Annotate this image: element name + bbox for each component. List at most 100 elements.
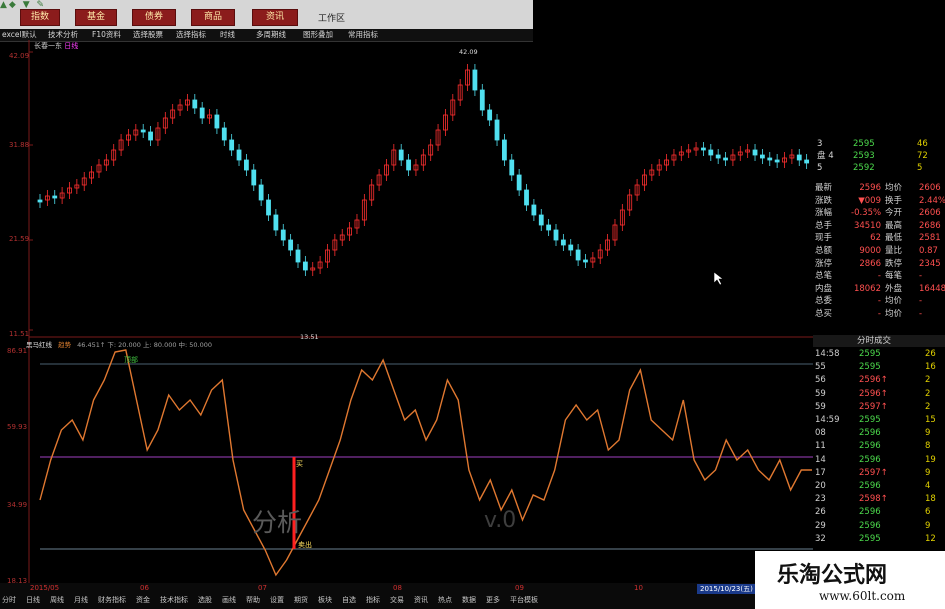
tick-row[interactable]: 14:58 2595 26: [813, 348, 945, 360]
bottom-tab[interactable]: 周线: [50, 595, 64, 605]
tick-price: 2595: [859, 362, 881, 373]
bottom-tab[interactable]: 期货: [294, 595, 308, 605]
chart-frame: [28, 40, 813, 583]
ticks-header-label: 分时成交: [857, 336, 892, 346]
candle-body: [546, 224, 552, 231]
watermark: 乐淘公式网 www.60lt.com: [755, 551, 945, 609]
stat-value-2: -: [919, 309, 923, 319]
order-row[interactable]: 3 2595 46: [813, 138, 945, 150]
bottom-tab[interactable]: 分时: [2, 595, 16, 605]
tick-row[interactable]: 11 2596 8: [813, 440, 945, 452]
ghost-text-right: v.0: [484, 508, 517, 533]
tick-vol: 19: [925, 454, 936, 465]
bottom-tab[interactable]: 更多: [486, 595, 500, 605]
bottom-tab[interactable]: 平台模板: [510, 595, 538, 605]
tick-row[interactable]: 59 2596↑ 2: [813, 388, 945, 400]
stat-value: -: [877, 309, 881, 319]
ind-axis-label-3: 34.99: [7, 501, 28, 509]
stat-value-2: 2606: [919, 183, 941, 193]
order-row[interactable]: 5 2592 5: [813, 162, 945, 174]
candle-body: [52, 195, 58, 199]
bottom-tab[interactable]: 帮助: [246, 595, 260, 605]
tick-price: 2595: [859, 533, 881, 544]
bottom-tab[interactable]: 板块: [318, 595, 332, 605]
bottom-tab[interactable]: 设置: [270, 595, 284, 605]
tick-row[interactable]: 17 2597↑ 9: [813, 467, 945, 479]
candle-body: [796, 154, 802, 161]
tick-row[interactable]: 32 2595 12: [813, 533, 945, 545]
tick-price: 2595: [859, 349, 881, 359]
indicator-name[interactable]: 黑马红线: [26, 341, 52, 349]
bottom-tab[interactable]: 数据: [462, 595, 476, 605]
tick-price: 2596: [859, 441, 881, 452]
tick-row[interactable]: 26 2596 6: [813, 506, 945, 518]
stat-label-2: 每笔: [885, 271, 903, 282]
stat-label-2: 最高: [885, 220, 903, 231]
ind-axis-label-2: 59.93: [7, 423, 28, 431]
tick-price: 2596: [859, 507, 881, 518]
bottom-tab[interactable]: 月线: [74, 595, 88, 605]
order-vol: 72: [917, 151, 928, 161]
tick-row[interactable]: 59 2597↑ 2: [813, 401, 945, 413]
candle-body: [251, 169, 257, 186]
bottom-tab[interactable]: 日线: [26, 595, 40, 605]
tick-row[interactable]: 20 2596 4: [813, 480, 945, 492]
tick-time: 26: [815, 507, 826, 518]
candle-body: [531, 204, 537, 216]
stat-value-2: 2345: [919, 258, 941, 269]
tick-row[interactable]: 08 2596 9: [813, 427, 945, 439]
tick-row[interactable]: 14 2596 19: [813, 454, 945, 466]
tick-row[interactable]: 56 2596↑ 2: [813, 374, 945, 386]
bottom-tab[interactable]: 热点: [438, 595, 452, 605]
candle-body: [229, 139, 235, 151]
bottom-tab[interactable]: 财务指标: [98, 595, 126, 605]
candle-body: [479, 89, 485, 111]
tick-vol: 26: [925, 349, 936, 359]
indicator-line: [39, 349, 812, 577]
stat-label: 涨跌: [815, 195, 833, 206]
bottom-tab[interactable]: 技术指标: [160, 595, 188, 605]
stats-row: 涨幅 -0.35% 今开 2606: [813, 207, 945, 219]
stat-value: 2866: [859, 258, 881, 269]
kline-chart[interactable]: [0, 0, 945, 609]
date-tick: 10: [634, 584, 643, 592]
tick-time: 55: [815, 362, 826, 373]
indicator-tag: 趋势: [58, 341, 72, 349]
candle-body: [258, 184, 264, 201]
candle-body: [280, 229, 286, 241]
stats-row: 总委 - 均价 -: [813, 295, 945, 307]
bottom-strip: 2015/05 06 07 08 09 10 2015/10/23(五) 分时 日线 周线 月线…: [0, 583, 760, 609]
tick-row[interactable]: 14:59 2595 15: [813, 414, 945, 426]
candle-body: [568, 244, 574, 251]
current-date: 2015/10/23(五): [697, 584, 756, 594]
stat-label-2: 最低: [885, 233, 903, 244]
tick-row[interactable]: 29 2596 9: [813, 520, 945, 532]
tick-time: 17: [815, 467, 826, 478]
bottom-tab[interactable]: 资讯: [414, 595, 428, 605]
tick-vol: 12: [925, 533, 936, 544]
bottom-tab[interactable]: 自选: [342, 595, 356, 605]
peak-price-label: 42.09: [459, 48, 478, 56]
bottom-tab[interactable]: 画线: [222, 595, 236, 605]
tick-price: 2596: [859, 520, 881, 531]
stat-label: 涨幅: [815, 208, 833, 219]
bottom-tab[interactable]: 交易: [390, 595, 404, 605]
ticks-header: 分时成交: [813, 335, 945, 347]
tick-row[interactable]: 23 2598↑ 18: [813, 493, 945, 505]
stat-label: 总额: [815, 246, 833, 256]
bottom-tab[interactable]: 指标: [366, 595, 380, 605]
stat-value: 9000: [859, 246, 881, 256]
order-price: 2595: [853, 139, 875, 149]
candle-body: [192, 99, 198, 109]
stat-value: 18062: [853, 283, 881, 294]
watermark-title: 乐淘公式网: [777, 562, 888, 588]
bottom-tab[interactable]: 资金: [136, 595, 150, 605]
order-row[interactable]: 盘 4 2593 72: [813, 150, 945, 162]
indicator-header: 黑马红线 趋势 46.451↑ 下: 20.000 上: 80.000 中: 5…: [26, 339, 212, 349]
bottom-tab[interactable]: 选股: [198, 595, 212, 605]
tick-vol: 4: [925, 481, 931, 491]
low-price-label: 13.51: [300, 333, 319, 341]
tick-row[interactable]: 55 2595 16: [813, 361, 945, 373]
tick-vol: 9: [925, 467, 931, 478]
stats-row: 总笔 - 每笔 -: [813, 270, 945, 282]
